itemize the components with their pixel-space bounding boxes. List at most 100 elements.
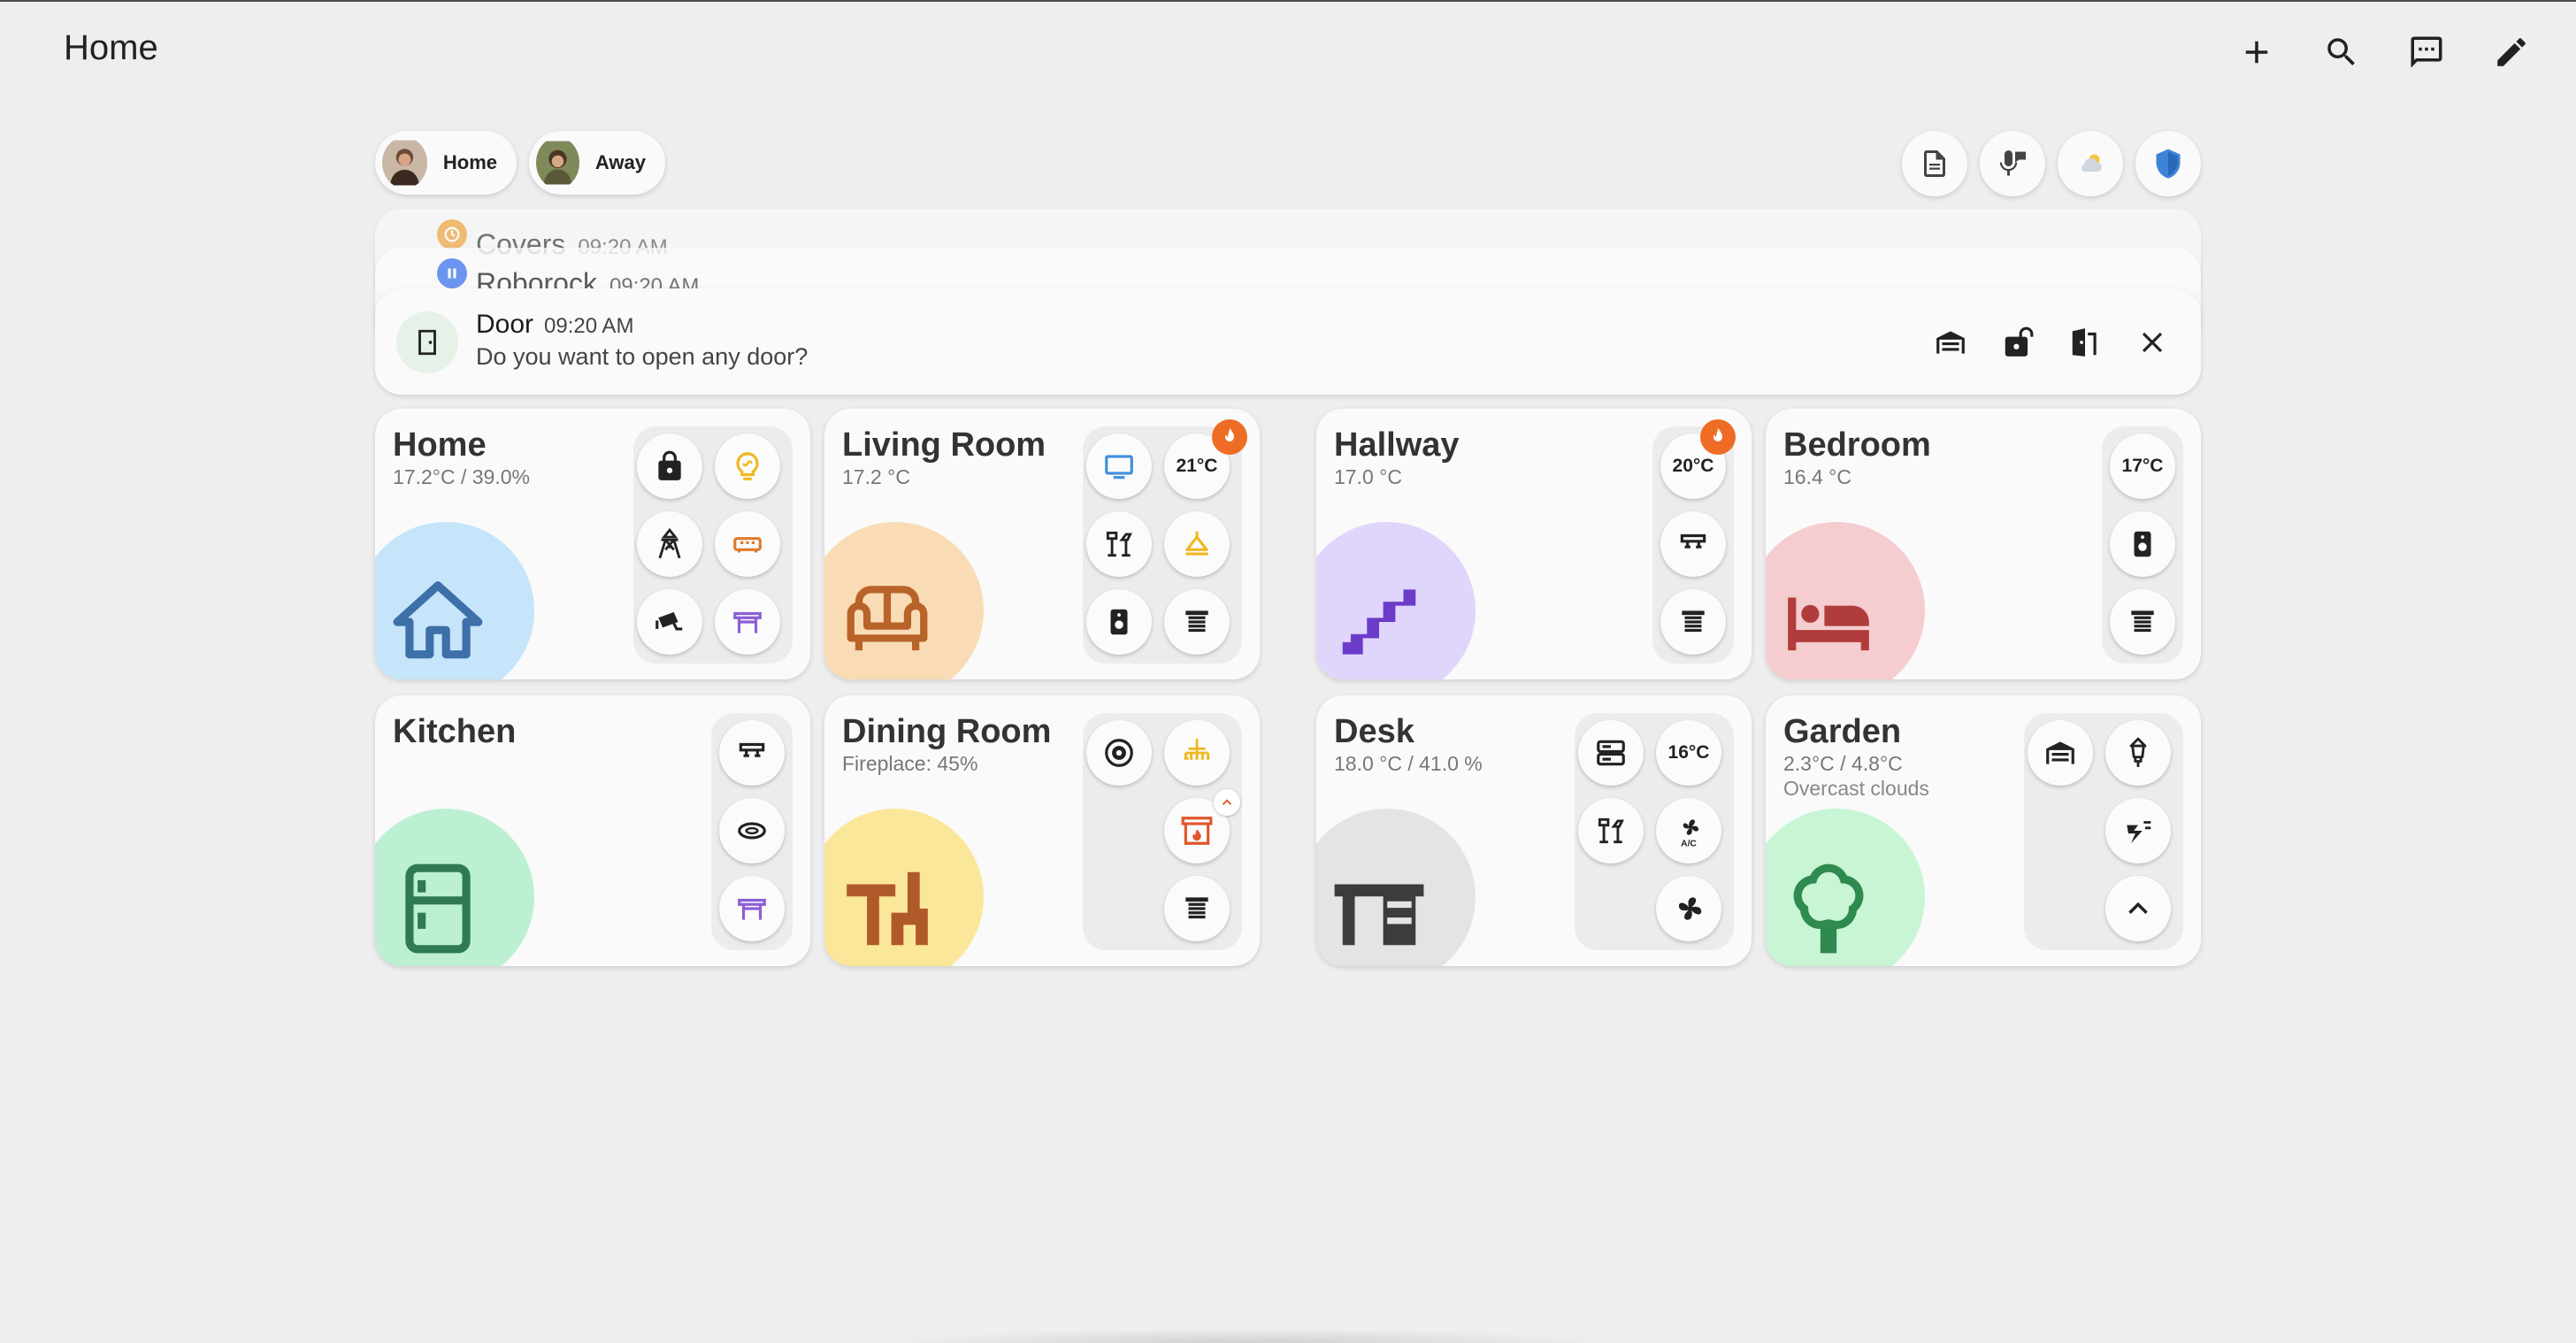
room-card-bedroom[interactable]: Bedroom 16.4 °C 17°C: [1766, 409, 2201, 679]
chevron-up-badge[interactable]: [1214, 789, 1240, 816]
room-card-garden[interactable]: Garden 2.3°C / 4.8°C Overcast clouds: [1766, 695, 2201, 966]
table-icon: [738, 898, 766, 920]
ceiling-lamp-icon: [739, 742, 765, 757]
entity-button[interactable]: [637, 589, 702, 655]
entity-button[interactable]: [1086, 720, 1152, 786]
entity-button[interactable]: [2110, 511, 2175, 577]
entity-button[interactable]: [719, 720, 785, 786]
entity-button[interactable]: [1086, 434, 1152, 499]
dining-table-icon: [847, 871, 928, 946]
bottom-shadow: [885, 1329, 1610, 1343]
assist-button[interactable]: [2403, 28, 2450, 76]
pencil-icon: [2497, 38, 2526, 66]
entity-button[interactable]: [2028, 720, 2093, 786]
entity-button[interactable]: [719, 876, 785, 941]
entity-button[interactable]: [2105, 720, 2171, 786]
weather-condition: Overcast clouds: [1783, 777, 1929, 800]
fireplace-icon: [1181, 817, 1213, 845]
room-card-kitchen[interactable]: Kitchen: [375, 695, 810, 966]
garage-icon: [1936, 331, 1965, 354]
search-button[interactable]: [2318, 28, 2365, 76]
unlock-button[interactable]: [1997, 322, 2038, 363]
entity-button[interactable]: [637, 434, 702, 499]
entity-button[interactable]: [1164, 720, 1230, 786]
heating-badge: [1700, 419, 1736, 455]
thermostat-button[interactable]: 17°C: [2110, 434, 2175, 499]
room-card-desk[interactable]: Desk 18.0 °C / 41.0 % 16°C A/C: [1316, 695, 1752, 966]
entity-panel: 17°C: [2102, 426, 2183, 664]
entity-button[interactable]: [715, 434, 780, 499]
flame-icon: [1225, 428, 1234, 441]
entity-button[interactable]: [715, 511, 780, 577]
open-garage-button[interactable]: [1930, 322, 1971, 363]
page-title: Home: [64, 28, 158, 67]
person-chip-away[interactable]: Away: [529, 131, 665, 195]
security-button[interactable]: [2135, 131, 2201, 196]
entity-button[interactable]: [637, 511, 702, 577]
person-chip-label: Away: [594, 151, 646, 173]
plus-icon: [2245, 41, 2268, 64]
notification-message: Do you want to open any door?: [476, 343, 809, 370]
add-button[interactable]: [2233, 28, 2281, 76]
voice-button[interactable]: [1980, 131, 2045, 196]
entity-button[interactable]: [1660, 589, 1726, 655]
thermostat-button[interactable]: 16°C: [1656, 720, 1721, 786]
sofa-icon: [733, 537, 762, 553]
cctv-icon: [656, 611, 683, 631]
entity-button[interactable]: A/C: [1656, 798, 1721, 863]
entity-button[interactable]: [1164, 876, 1230, 941]
clock-badge-icon: [437, 219, 467, 249]
blinds-icon: [1185, 897, 1208, 919]
entity-button[interactable]: [715, 589, 780, 655]
room-card-dining-room[interactable]: Dining Room Fireplace: 45%: [824, 695, 1260, 966]
entity-panel: [1083, 713, 1242, 950]
person-avatar: [536, 141, 579, 185]
room-title: Living Room: [842, 426, 1046, 464]
room-title: Bedroom: [1783, 426, 1931, 464]
room-title: Home: [393, 426, 487, 464]
blinds-icon: [2131, 610, 2154, 633]
entity-button[interactable]: [1164, 589, 1230, 655]
lock-open-icon: [2005, 326, 2034, 357]
lock-icon: [658, 450, 681, 480]
entity-button[interactable]: [1660, 511, 1726, 577]
entity-button[interactable]: [2105, 876, 2171, 941]
entity-button[interactable]: [2110, 589, 2175, 655]
entity-panel: [711, 713, 793, 950]
close-icon: [2142, 332, 2163, 353]
entity-button[interactable]: [2105, 798, 2171, 863]
entity-button[interactable]: [1578, 798, 1644, 863]
dismiss-notification-button[interactable]: [2132, 322, 2173, 363]
room-card-home[interactable]: Home 17.2°C / 39.0%: [375, 409, 810, 679]
entity-button[interactable]: [719, 798, 785, 863]
flame-icon: [1714, 428, 1722, 441]
heating-badge: [1212, 419, 1247, 455]
person-chip-home[interactable]: Home: [375, 131, 517, 195]
summary-button[interactable]: [1902, 131, 1967, 196]
shield-icon: [2156, 149, 2181, 179]
tv-icon: [1105, 455, 1133, 480]
speaker-icon: [1110, 609, 1128, 635]
chevron-up-icon: [1222, 799, 1232, 805]
entity-button[interactable]: [1164, 511, 1230, 577]
entity-button[interactable]: [1656, 876, 1721, 941]
entity-button[interactable]: [1086, 589, 1152, 655]
desk-lamp-icon: [1106, 531, 1132, 557]
svg-text:A/C: A/C: [1681, 839, 1697, 848]
light-bulb-icon: [736, 452, 759, 480]
weather-button[interactable]: [2058, 131, 2123, 196]
entity-button[interactable]: [1086, 511, 1152, 577]
edit-button[interactable]: [2488, 28, 2535, 76]
blinds-icon: [1185, 610, 1208, 633]
stairs-icon: [1342, 589, 1416, 655]
room-card-hallway[interactable]: Hallway 17.0 °C 20°C: [1316, 409, 1752, 679]
power-tower-icon: [658, 527, 681, 559]
desk-lamp-icon: [1598, 817, 1624, 844]
notification-door[interactable]: Door 09:20 AM Do you want to open any doo…: [375, 288, 2201, 395]
server-icon: [1597, 740, 1625, 766]
outdoor-lamp-icon: [2129, 737, 2147, 767]
room-card-living-room[interactable]: Living Room 17.2 °C 21°C: [824, 409, 1260, 679]
entity-button[interactable]: [1578, 720, 1644, 786]
open-door-button[interactable]: [2065, 322, 2105, 363]
door-open-icon: [2072, 328, 2097, 357]
